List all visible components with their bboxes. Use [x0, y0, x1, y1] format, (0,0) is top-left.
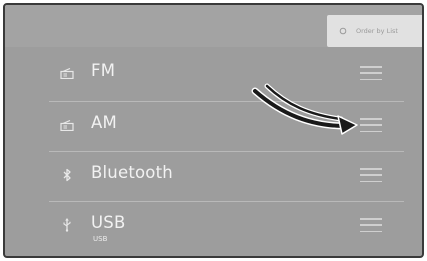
radio-icon [59, 118, 75, 132]
bluetooth-icon [59, 168, 75, 182]
source-row-bluetooth[interactable]: Bluetooth [5, 151, 422, 201]
drag-handle-icon[interactable] [360, 218, 382, 232]
drag-handle-icon[interactable] [360, 168, 382, 182]
source-row-am[interactable]: AM [5, 101, 422, 151]
radio-icon [59, 66, 75, 80]
source-label: FM [91, 61, 116, 80]
source-row-usb[interactable]: USB USB [5, 201, 422, 251]
order-by-list-button[interactable]: Order by List [327, 15, 422, 47]
audio-source-screen: Order by List FM AM Bluetooth USB USB [3, 3, 424, 258]
drag-handle-icon[interactable] [360, 118, 382, 132]
sort-icon [338, 26, 348, 36]
source-row-fm[interactable]: FM [5, 49, 422, 99]
order-by-list-label: Order by List [356, 27, 398, 35]
source-label: Bluetooth [91, 163, 173, 182]
source-label: USB [91, 213, 126, 232]
source-label: AM [91, 113, 117, 132]
usb-icon [59, 218, 75, 232]
source-sublabel: USB [93, 235, 108, 243]
drag-handle-icon[interactable] [360, 66, 382, 80]
